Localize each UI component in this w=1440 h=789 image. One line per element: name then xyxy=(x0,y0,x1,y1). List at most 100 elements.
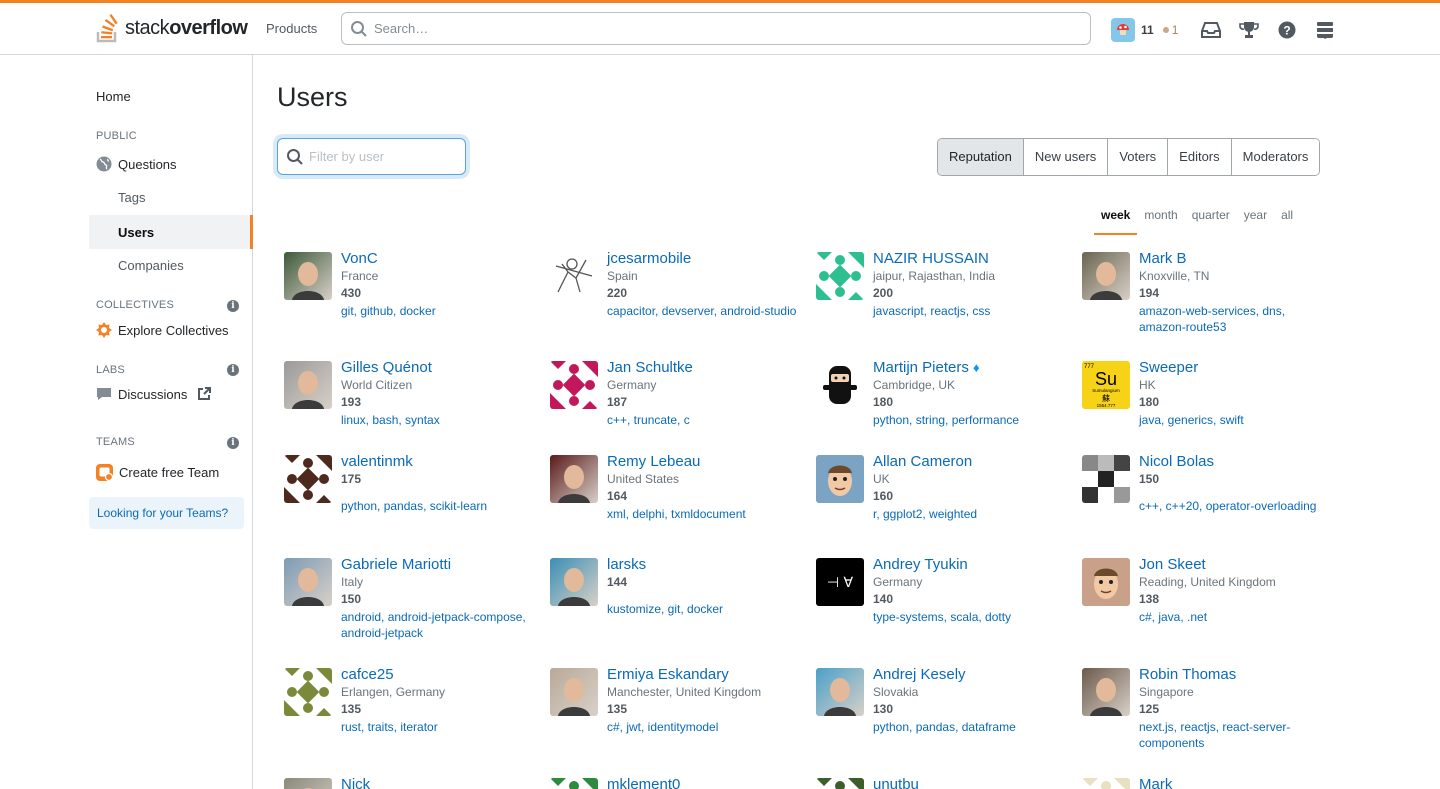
help-button[interactable]: ? xyxy=(1268,12,1306,48)
nav-discussions[interactable]: Discussions xyxy=(96,386,212,402)
user-tags[interactable]: javascript, reactjs, css xyxy=(873,303,1063,319)
user-tags[interactable]: python, pandas, dataframe xyxy=(873,719,1063,735)
user-name-link[interactable]: NAZIR HUSSAIN xyxy=(873,249,1063,268)
user-name-link[interactable]: Martijn Pieters ♦ xyxy=(873,358,1063,377)
user-tags[interactable]: git, github, docker xyxy=(341,303,531,319)
user-name-link[interactable]: Mark B xyxy=(1139,249,1329,268)
user-avatar[interactable] xyxy=(550,668,598,716)
user-avatar[interactable] xyxy=(550,455,598,503)
user-avatar[interactable] xyxy=(816,361,864,409)
filter-users-box[interactable] xyxy=(277,138,466,175)
user-name-link[interactable]: Nicol Bolas xyxy=(1139,452,1329,471)
period-quarter[interactable]: quarter xyxy=(1185,206,1237,235)
nav-explore-collectives[interactable]: Explore Collectives xyxy=(96,322,229,338)
period-all[interactable]: all xyxy=(1274,206,1300,235)
user-tags[interactable]: amazon-web-services, dns, amazon-route53 xyxy=(1139,303,1329,335)
user-tags[interactable]: c++, c++20, operator-overloading xyxy=(1139,498,1329,514)
user-name-link[interactable]: Remy Lebeau xyxy=(607,452,797,471)
user-tags[interactable]: capacitor, devserver, android-studio xyxy=(607,303,797,319)
user-tags[interactable]: android, android-jetpack-compose, androi… xyxy=(341,609,531,641)
user-tags[interactable]: python, pandas, scikit-learn xyxy=(341,498,531,514)
period-year[interactable]: year xyxy=(1237,206,1274,235)
teams-info-icon[interactable]: i xyxy=(227,437,239,449)
user-avatar[interactable] xyxy=(816,252,864,300)
site-switcher-button[interactable] xyxy=(1306,12,1344,48)
user-name-link[interactable]: VonC xyxy=(341,249,531,268)
user-tags[interactable]: type-systems, scala, dotty xyxy=(873,609,1063,625)
user-avatar[interactable] xyxy=(1082,455,1130,503)
products-menu[interactable]: Products xyxy=(256,14,327,44)
user-name-link[interactable]: Gilles Quénot xyxy=(341,358,531,377)
user-name-link[interactable]: Andrey Tyukin xyxy=(873,555,1063,574)
user-name-link[interactable]: cafce25 xyxy=(341,665,531,684)
tab-editors[interactable]: Editors xyxy=(1167,139,1231,175)
search-input[interactable] xyxy=(374,13,1074,44)
tab-reputation[interactable]: Reputation xyxy=(938,139,1023,175)
user-tags[interactable]: xml, delphi, txmldocument xyxy=(607,506,797,522)
user-avatar[interactable] xyxy=(284,778,332,789)
user-avatar[interactable] xyxy=(284,361,332,409)
user-name-link[interactable]: Ermiya Eskandary xyxy=(607,665,797,684)
user-name-link[interactable]: unutbu xyxy=(873,775,1063,789)
inbox-button[interactable] xyxy=(1192,12,1230,48)
user-tags[interactable]: kustomize, git, docker xyxy=(607,601,797,617)
nav-create-team[interactable]: Create free Team xyxy=(96,464,219,481)
user-avatar[interactable] xyxy=(1082,668,1130,716)
filter-users-input[interactable] xyxy=(309,139,459,174)
user-avatar[interactable]: 777 Su Sumulangium 蘇 1554.777 xyxy=(1082,361,1130,409)
user-avatar[interactable]: ⊣ ∀ xyxy=(816,558,864,606)
user-name-link[interactable]: mklement0 xyxy=(607,775,797,789)
user-avatar[interactable] xyxy=(1082,778,1130,789)
user-avatar[interactable] xyxy=(816,455,864,503)
user-tags[interactable]: c#, java, .net xyxy=(1139,609,1329,625)
period-week[interactable]: week xyxy=(1094,206,1138,235)
user-name-link[interactable]: Sweeper xyxy=(1139,358,1329,377)
collectives-info-icon[interactable]: i xyxy=(227,300,239,312)
nav-users-active[interactable]: Users xyxy=(89,215,253,249)
nav-companies[interactable]: Companies xyxy=(118,258,184,273)
user-tags[interactable]: r, ggplot2, weighted xyxy=(873,506,1063,522)
user-avatar[interactable] xyxy=(550,558,598,606)
user-avatar[interactable] xyxy=(816,778,864,789)
tab-new-users[interactable]: New users xyxy=(1022,139,1108,175)
user-avatar[interactable] xyxy=(550,778,598,789)
user-name-link[interactable]: Gabriele Mariotti xyxy=(341,555,531,574)
user-avatar[interactable] xyxy=(550,361,598,409)
site-search[interactable] xyxy=(341,12,1091,45)
user-avatar[interactable] xyxy=(284,558,332,606)
tab-voters[interactable]: Voters xyxy=(1107,139,1168,175)
stackoverflow-logo[interactable]: stackoverflow xyxy=(95,12,248,44)
user-avatar[interactable] xyxy=(1082,558,1130,606)
user-avatar[interactable] xyxy=(1111,18,1135,42)
user-tags[interactable]: c#, jwt, identitymodel xyxy=(607,719,797,735)
user-name-link[interactable]: larsks xyxy=(607,555,797,574)
user-tags[interactable]: rust, traits, iterator xyxy=(341,719,531,735)
user-avatar[interactable] xyxy=(816,668,864,716)
user-name-link[interactable]: Andrej Kesely xyxy=(873,665,1063,684)
nav-home[interactable]: Home xyxy=(96,89,131,104)
user-avatar[interactable] xyxy=(1082,252,1130,300)
labs-info-icon[interactable]: i xyxy=(227,364,239,376)
user-name-link[interactable]: valentinmk xyxy=(341,452,531,471)
user-avatar[interactable] xyxy=(284,252,332,300)
tab-moderators[interactable]: Moderators xyxy=(1230,139,1320,175)
user-name-link[interactable]: Jan Schultke xyxy=(607,358,797,377)
user-name-link[interactable]: Allan Cameron xyxy=(873,452,1063,471)
user-avatar[interactable] xyxy=(550,252,598,300)
user-name-link[interactable]: Robin Thomas xyxy=(1139,665,1329,684)
user-tags[interactable]: python, string, performance xyxy=(873,412,1063,428)
user-name-link[interactable]: Nick xyxy=(341,775,531,789)
user-tags[interactable]: next.js, reactjs, react-server-component… xyxy=(1139,719,1329,751)
period-month[interactable]: month xyxy=(1137,206,1184,235)
nav-questions[interactable]: Questions xyxy=(96,156,177,172)
user-tags[interactable]: linux, bash, syntax xyxy=(341,412,531,428)
user-avatar[interactable] xyxy=(284,668,332,716)
user-tags[interactable]: c++, truncate, c xyxy=(607,412,797,428)
user-name-link[interactable]: jcesarmobile xyxy=(607,249,797,268)
user-avatar[interactable] xyxy=(284,455,332,503)
user-name-link[interactable]: Jon Skeet xyxy=(1139,555,1329,574)
user-tags[interactable]: java, generics, swift xyxy=(1139,412,1329,428)
user-name-link[interactable]: Mark xyxy=(1139,775,1329,789)
nav-tags[interactable]: Tags xyxy=(118,190,145,205)
achievements-button[interactable] xyxy=(1230,12,1268,48)
